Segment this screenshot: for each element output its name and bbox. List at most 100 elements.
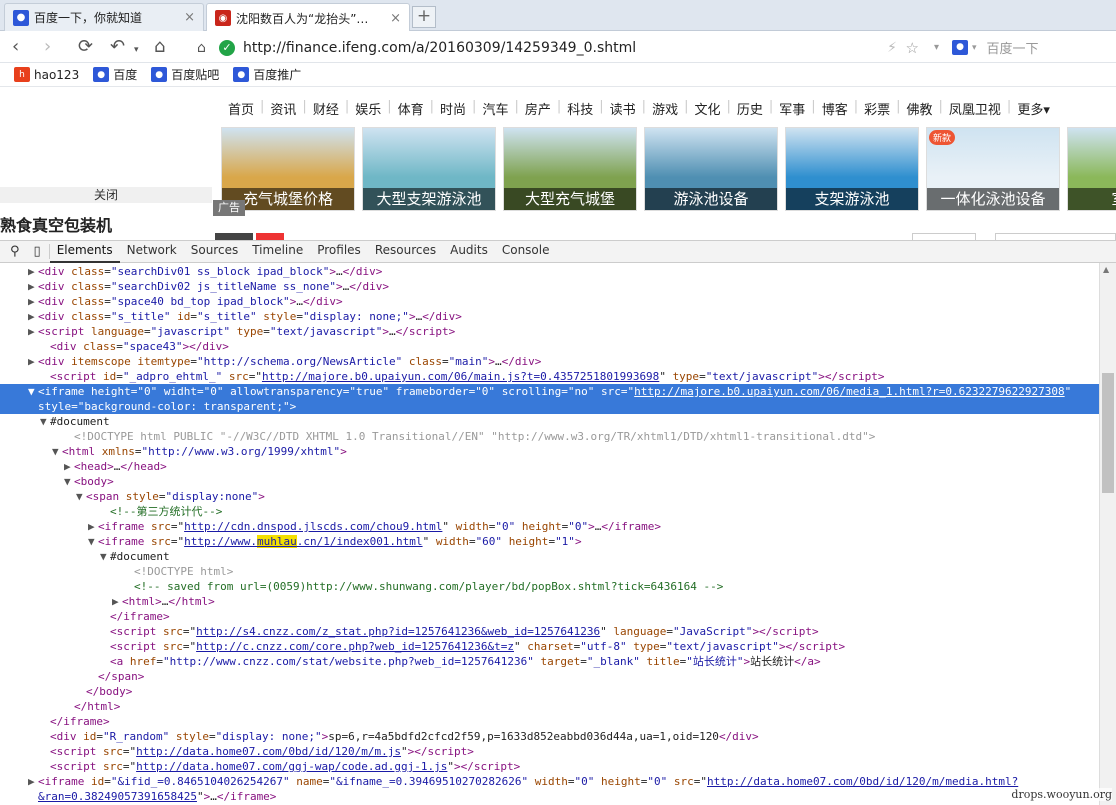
- devtools-tab[interactable]: Timeline: [245, 240, 310, 263]
- dom-node[interactable]: <a href="http://www.cnzz.com/stat/websit…: [0, 654, 1099, 669]
- nav-link[interactable]: 财经: [307, 99, 345, 118]
- forward-icon[interactable]: ›: [44, 35, 51, 59]
- dom-node[interactable]: ▼ #document: [0, 549, 1099, 564]
- scroll-up-icon[interactable]: ▲: [1103, 265, 1109, 274]
- close-tab-icon[interactable]: ×: [184, 10, 195, 25]
- scrollbar-thumb[interactable]: [1102, 373, 1114, 493]
- dom-node[interactable]: <script src="http://data.home07.com/ggj-…: [0, 759, 1099, 774]
- ad-thumbnail[interactable]: 游泳池设备: [644, 127, 778, 211]
- dom-node[interactable]: &ran=0.38249057391658425">…</iframe>: [0, 789, 1099, 804]
- expand-toggle-icon[interactable]: ▼: [76, 489, 86, 504]
- nav-link[interactable]: 读书: [604, 99, 642, 118]
- expand-toggle-icon[interactable]: ▼: [88, 534, 98, 549]
- dom-node[interactable]: <!DOCTYPE html>: [0, 564, 1099, 579]
- dev-menu-icon[interactable]: ⌂: [197, 40, 206, 56]
- url-text[interactable]: http://finance.ifeng.com/a/20160309/1425…: [243, 40, 636, 56]
- dom-node[interactable]: ▶ <div class="searchDiv01 ss_block ipad_b…: [0, 264, 1099, 279]
- dom-node[interactable]: ▶ <script language="javascript" type="tex…: [0, 324, 1099, 339]
- address-bar[interactable]: ⌂ ✓ http://finance.ifeng.com/a/20160309/…: [191, 35, 945, 60]
- expand-toggle-icon[interactable]: ▼: [64, 474, 74, 489]
- dom-node[interactable]: <div class="space43"></div>: [0, 339, 1099, 354]
- expand-toggle-icon[interactable]: ▶: [28, 774, 38, 789]
- nav-link[interactable]: 汽车: [476, 99, 514, 118]
- expand-toggle-icon[interactable]: ▼: [28, 384, 38, 399]
- dom-node[interactable]: ▼ #document: [0, 414, 1099, 429]
- expand-toggle-icon[interactable]: ▼: [40, 414, 50, 429]
- ad-thumbnail[interactable]: 一体化泳池设备 新款: [926, 127, 1060, 211]
- devtools-tab[interactable]: Audits: [443, 240, 495, 263]
- nav-link[interactable]: 博客: [816, 99, 854, 118]
- dom-node[interactable]: <!--第三方统计代-->: [0, 504, 1099, 519]
- expand-toggle-icon[interactable]: ▶: [28, 309, 38, 324]
- nav-link[interactable]: 首页: [222, 99, 260, 118]
- dom-node[interactable]: <script src="http://s4.cnzz.com/z_stat.p…: [0, 624, 1099, 639]
- expand-toggle-icon[interactable]: ▶: [112, 594, 122, 609]
- devtools-tab[interactable]: Profiles: [310, 240, 368, 263]
- star-icon[interactable]: ☆: [906, 39, 919, 57]
- expand-toggle-icon[interactable]: ▶: [88, 519, 98, 534]
- new-tab-button[interactable]: +: [412, 6, 436, 28]
- lightning-icon[interactable]: ⚡: [887, 40, 897, 56]
- nav-link[interactable]: 彩票: [858, 99, 896, 118]
- bookmark-baidu-tieba[interactable]: ● 百度贴吧: [151, 66, 219, 83]
- bookmark-baidu[interactable]: ● 百度: [93, 66, 137, 83]
- engine-dropdown-icon[interactable]: ▾: [972, 43, 977, 53]
- dom-node[interactable]: ▶ <iframe src="http://cdn.dnspod.jlscds.c…: [0, 519, 1099, 534]
- expand-toggle-icon[interactable]: ▼: [52, 444, 62, 459]
- close-tab-icon[interactable]: ×: [390, 11, 401, 26]
- ad-thumbnail[interactable]: 大型支架游泳池: [362, 127, 496, 211]
- expand-toggle-icon[interactable]: ▶: [28, 294, 38, 309]
- selected-dom-node[interactable]: style="background-color: transparent;">: [0, 399, 1099, 414]
- dom-node[interactable]: ▼ <body>: [0, 474, 1099, 489]
- device-mode-icon[interactable]: ▯: [26, 244, 50, 259]
- devtools-tab[interactable]: Resources: [368, 240, 443, 263]
- dom-node[interactable]: ▶ <div itemscope itemtype="http://schema.…: [0, 354, 1099, 369]
- nav-link[interactable]: 娱乐: [349, 99, 387, 118]
- address-dropdown-icon[interactable]: ▾: [934, 42, 939, 53]
- nav-link[interactable]: 房产: [519, 99, 557, 118]
- dom-node[interactable]: <!-- saved from url=(0059)http://www.shu…: [0, 579, 1099, 594]
- dom-node[interactable]: ▶ <div class="space40 bd_top ipad_block">…: [0, 294, 1099, 309]
- ad-thumbnail[interactable]: 大型充气城堡: [503, 127, 637, 211]
- browser-tab-baidu[interactable]: ● 百度一下，你就知道 ×: [4, 3, 204, 31]
- nav-link[interactable]: 资讯: [264, 99, 302, 118]
- dom-node[interactable]: </iframe>: [0, 609, 1099, 624]
- dom-node[interactable]: ▶ <html>…</html>: [0, 594, 1099, 609]
- nav-link[interactable]: 历史: [731, 99, 769, 118]
- expand-toggle-icon[interactable]: ▼: [100, 549, 110, 564]
- dom-node[interactable]: ▼ <iframe src="http://www.muhlau.cn/1/ind…: [0, 534, 1099, 549]
- nav-link[interactable]: 时尚: [434, 99, 472, 118]
- dom-node[interactable]: </iframe>: [0, 714, 1099, 729]
- dom-node[interactable]: </span>: [0, 669, 1099, 684]
- bookmark-baidu-tuiguang[interactable]: ● 百度推广: [233, 66, 301, 83]
- dom-node[interactable]: </body>: [0, 684, 1099, 699]
- promo-text[interactable]: 熟食真空包装机: [0, 212, 112, 236]
- dom-node[interactable]: <!DOCTYPE html PUBLIC "-//W3C//DTD XHTML…: [0, 429, 1099, 444]
- bookmark-hao123[interactable]: h hao123: [14, 67, 79, 82]
- dom-node[interactable]: </html>: [0, 699, 1099, 714]
- nav-link[interactable]: 凤凰卫视: [943, 99, 1007, 118]
- devtools-tab[interactable]: Network: [120, 240, 184, 263]
- nav-link[interactable]: 科技: [561, 99, 599, 118]
- home-icon[interactable]: ⌂: [154, 35, 165, 59]
- expand-toggle-icon[interactable]: ▶: [28, 279, 38, 294]
- search-box[interactable]: ● ▾ 百度一下: [948, 35, 1116, 60]
- elements-scrollbar[interactable]: ▲: [1099, 263, 1116, 805]
- inspect-search-icon[interactable]: ⚲: [0, 244, 26, 259]
- undo-icon[interactable]: ↶: [110, 35, 125, 59]
- ad-thumbnail[interactable]: 充气城堡价格: [221, 127, 355, 211]
- reload-icon[interactable]: ⟳: [78, 35, 93, 59]
- ad-thumbnail[interactable]: 支架游泳池: [785, 127, 919, 211]
- nav-link[interactable]: 更多▾: [1011, 99, 1056, 118]
- close-ad-button[interactable]: 关闭: [0, 187, 212, 203]
- dom-node[interactable]: ▼ <span style="display:none">: [0, 489, 1099, 504]
- ad-thumbnail[interactable]: 室内游: [1067, 127, 1116, 211]
- dom-node[interactable]: ▼ <html xmlns="http://www.w3.org/1999/xht…: [0, 444, 1099, 459]
- nav-link[interactable]: 军事: [773, 99, 811, 118]
- expand-toggle-icon[interactable]: ▶: [28, 354, 38, 369]
- nav-link[interactable]: 文化: [688, 99, 726, 118]
- expand-toggle-icon[interactable]: ▶: [64, 459, 74, 474]
- dom-node[interactable]: ▶ <div class="s_title" id="s_title" style…: [0, 309, 1099, 324]
- nav-link[interactable]: 游戏: [646, 99, 684, 118]
- browser-tab-ifeng[interactable]: ◉ 沈阳数百人为“龙抬头”… ×: [206, 3, 410, 32]
